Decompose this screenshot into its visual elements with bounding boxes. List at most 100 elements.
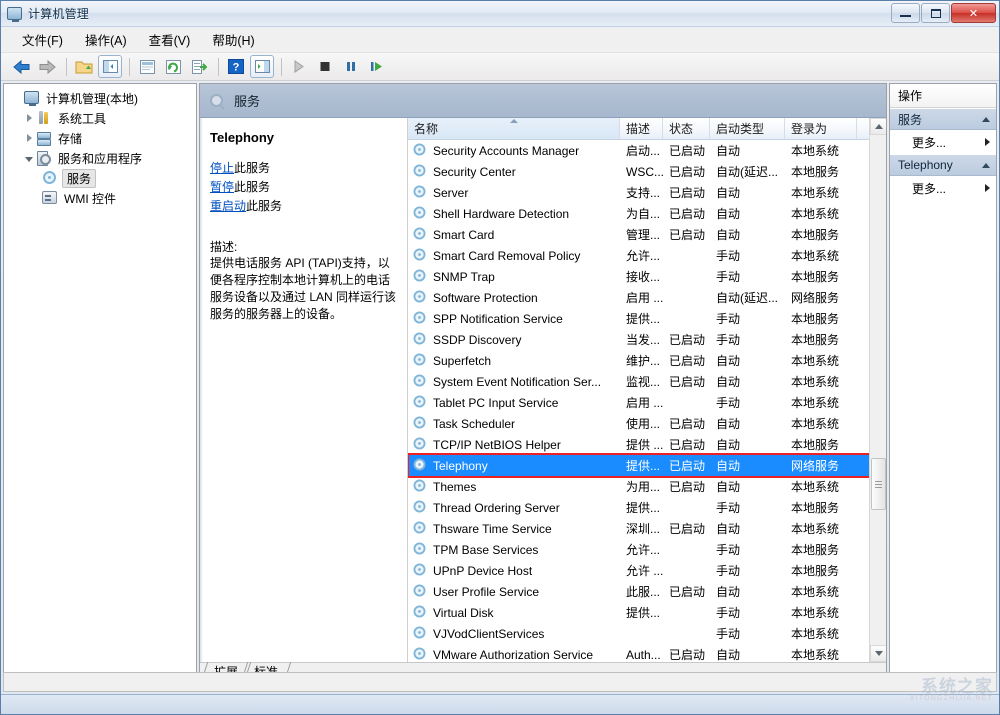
export-list-icon[interactable] bbox=[187, 55, 211, 78]
cell-log-on-as: 本地系统 bbox=[785, 352, 857, 369]
start-service-icon[interactable] bbox=[287, 55, 311, 78]
toolbar-separator bbox=[129, 58, 130, 76]
table-row[interactable]: Themes为用...已启动自动本地系统 bbox=[408, 476, 886, 497]
expander-expanded-icon[interactable] bbox=[22, 155, 36, 162]
services-list-view: 名称 描述 状态 启动类型 登录为 bbox=[408, 118, 886, 662]
cell-name: Server bbox=[408, 185, 620, 201]
list-vertical-scrollbar[interactable] bbox=[869, 118, 886, 662]
table-row[interactable]: Shell Hardware Detection为自...已启动自动本地系统 bbox=[408, 203, 886, 224]
tree-root-computer-management[interactable]: 计算机管理(本地) bbox=[8, 88, 196, 108]
restart-service-link[interactable]: 重启动 bbox=[210, 199, 246, 213]
scroll-up-button[interactable] bbox=[870, 118, 886, 135]
table-row[interactable]: Smart Card管理...已启动自动本地服务 bbox=[408, 224, 886, 245]
table-row[interactable]: TPM Base Services允许...手动本地服务 bbox=[408, 539, 886, 560]
table-row[interactable]: SSDP Discovery当发...已启动手动本地服务 bbox=[408, 329, 886, 350]
refresh-icon[interactable] bbox=[161, 55, 185, 78]
service-gear-icon bbox=[412, 311, 428, 327]
chevron-right-icon[interactable] bbox=[985, 138, 990, 146]
table-row[interactable]: TCP/IP NetBIOS Helper提供 ...已启动自动本地服务 bbox=[408, 434, 886, 455]
column-header-name[interactable]: 名称 bbox=[408, 118, 620, 139]
restart-service-line: 重启动此服务 bbox=[210, 197, 399, 216]
cell-log-on-as: 本地系统 bbox=[785, 247, 857, 264]
help-icon[interactable]: ? bbox=[224, 55, 248, 78]
cell-startup-type: 自动(延迟... bbox=[710, 163, 785, 180]
cell-description: 允许... bbox=[620, 247, 663, 264]
cell-description: 允许 ... bbox=[620, 562, 663, 579]
service-gear-icon bbox=[412, 458, 428, 474]
actions-item-telephony-more[interactable]: 更多... bbox=[890, 176, 996, 200]
table-row[interactable]: SPP Notification Service提供...手动本地服务 bbox=[408, 308, 886, 329]
table-row[interactable]: Task Scheduler使用...已启动自动本地系统 bbox=[408, 413, 886, 434]
table-row[interactable]: VMware Authorization ServiceAuth...已启动自动… bbox=[408, 644, 886, 662]
menu-file[interactable]: 文件(F) bbox=[11, 27, 74, 52]
show-action-pane-icon[interactable] bbox=[250, 55, 274, 78]
actions-group-services[interactable]: 服务 bbox=[890, 108, 996, 130]
table-row[interactable]: Software Protection启用 ...自动(延迟...网络服务 bbox=[408, 287, 886, 308]
cell-name: Security Accounts Manager bbox=[408, 143, 620, 159]
chevron-up-icon[interactable] bbox=[982, 163, 990, 168]
table-row[interactable]: VJVodClientServices手动本地系统 bbox=[408, 623, 886, 644]
expander-collapsed-icon[interactable] bbox=[22, 134, 36, 142]
cell-startup-type: 自动 bbox=[710, 646, 785, 662]
column-header-description[interactable]: 描述 bbox=[620, 118, 663, 139]
forward-icon[interactable] bbox=[35, 55, 59, 78]
stop-service-link[interactable]: 停止 bbox=[210, 161, 234, 175]
close-button[interactable]: ✕ bbox=[951, 3, 996, 23]
menu-action[interactable]: 操作(A) bbox=[74, 27, 138, 52]
tree-item-system-tools[interactable]: 系统工具 bbox=[8, 108, 196, 128]
table-row[interactable]: UPnP Device Host允许 ...手动本地服务 bbox=[408, 560, 886, 581]
sort-ascending-icon bbox=[510, 119, 518, 123]
pause-service-link[interactable]: 暂停 bbox=[210, 180, 234, 194]
computer-icon bbox=[24, 90, 40, 106]
column-header-log-on-as[interactable]: 登录为 bbox=[785, 118, 857, 139]
table-row[interactable]: Smart Card Removal Policy允许...手动本地系统 bbox=[408, 245, 886, 266]
pause-service-icon[interactable] bbox=[339, 55, 363, 78]
tree-item-services-and-applications[interactable]: 服务和应用程序 bbox=[8, 148, 196, 168]
expander-collapsed-icon[interactable] bbox=[22, 114, 36, 122]
table-row[interactable]: Security Accounts Manager启动...已启动自动本地系统 bbox=[408, 140, 886, 161]
table-row[interactable]: Superfetch维护...已启动自动本地系统 bbox=[408, 350, 886, 371]
column-header-status[interactable]: 状态 bbox=[663, 118, 710, 139]
up-one-level-icon[interactable] bbox=[72, 55, 96, 78]
properties-icon[interactable] bbox=[135, 55, 159, 78]
table-row[interactable]: Thsware Time Service深圳...已启动自动本地系统 bbox=[408, 518, 886, 539]
table-row[interactable]: Thread Ordering Server提供...手动本地服务 bbox=[408, 497, 886, 518]
cell-name: System Event Notification Ser... bbox=[408, 374, 620, 390]
scrollbar-thumb[interactable] bbox=[871, 458, 886, 510]
chevron-right-icon[interactable] bbox=[985, 184, 990, 192]
service-gear-icon bbox=[412, 479, 428, 495]
table-row[interactable]: System Event Notification Ser...监视...已启动… bbox=[408, 371, 886, 392]
cell-log-on-as: 本地系统 bbox=[785, 415, 857, 432]
table-row[interactable]: User Profile Service此服...已启动自动本地系统 bbox=[408, 581, 886, 602]
service-gear-icon bbox=[412, 647, 428, 663]
stop-service-icon[interactable] bbox=[313, 55, 337, 78]
console-tree: 计算机管理(本地) 系统工具 存储 服务和应用程序 bbox=[4, 84, 196, 208]
actions-group-telephony[interactable]: Telephony bbox=[890, 154, 996, 176]
actions-item-services-more[interactable]: 更多... bbox=[890, 130, 996, 154]
table-row[interactable]: SNMP Trap接收...手动本地服务 bbox=[408, 266, 886, 287]
tree-item-services[interactable]: 服务 bbox=[8, 168, 196, 188]
tree-item-wmi-control[interactable]: WMI 控件 bbox=[8, 188, 196, 208]
minimize-button[interactable] bbox=[891, 3, 920, 23]
column-header-startup-type[interactable]: 启动类型 bbox=[710, 118, 785, 139]
table-row[interactable]: Server支持...已启动自动本地系统 bbox=[408, 182, 886, 203]
menu-view[interactable]: 查看(V) bbox=[138, 27, 202, 52]
cell-log-on-as: 本地系统 bbox=[785, 646, 857, 662]
service-gear-icon bbox=[412, 269, 428, 285]
show-hide-tree-icon[interactable] bbox=[98, 55, 122, 78]
maximize-button[interactable] bbox=[921, 3, 950, 23]
table-row[interactable]: Security CenterWSC...已启动自动(延迟...本地服务 bbox=[408, 161, 886, 182]
service-name-label: SSDP Discovery bbox=[433, 333, 521, 347]
table-row[interactable]: Virtual Disk提供...手动本地系统 bbox=[408, 602, 886, 623]
tree-item-storage[interactable]: 存储 bbox=[8, 128, 196, 148]
tree-item-label: 服务 bbox=[62, 169, 96, 188]
restart-service-icon[interactable] bbox=[365, 55, 389, 78]
scroll-down-button[interactable] bbox=[870, 645, 886, 662]
actions-pane: 操作 服务 更多... Telephony 更多... bbox=[889, 83, 997, 683]
table-row-selected[interactable]: Telephony提供...已启动自动网络服务 bbox=[408, 455, 886, 476]
table-row[interactable]: Tablet PC Input Service启用 ...手动本地系统 bbox=[408, 392, 886, 413]
chevron-up-icon[interactable] bbox=[982, 117, 990, 122]
menu-help[interactable]: 帮助(H) bbox=[201, 27, 265, 52]
service-name-label: Software Protection bbox=[433, 291, 538, 305]
back-icon[interactable] bbox=[9, 55, 33, 78]
